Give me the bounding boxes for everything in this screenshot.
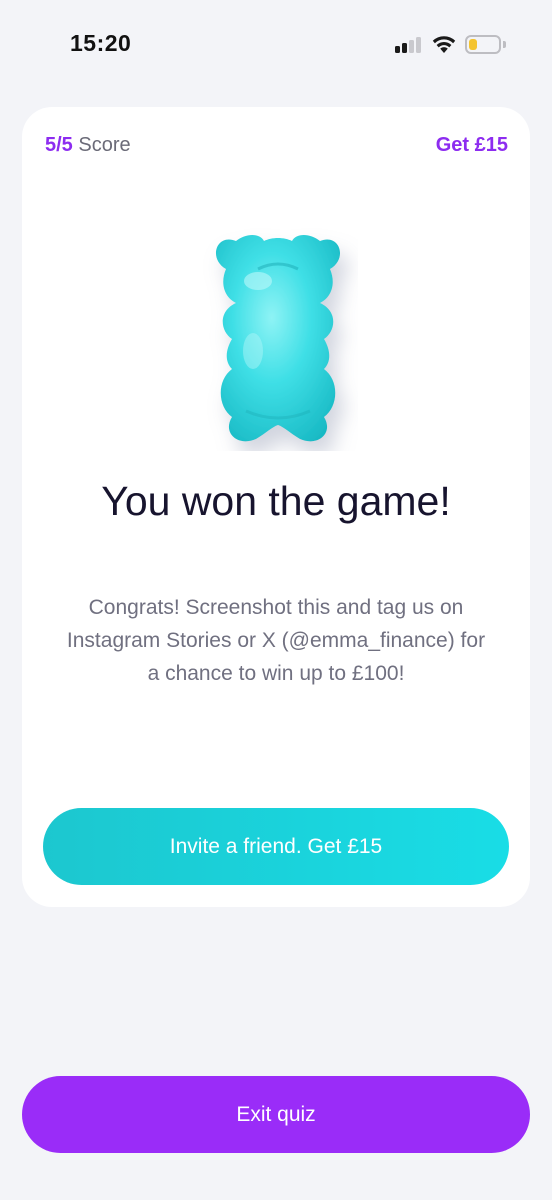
battery-tip xyxy=(503,41,506,48)
wifi-icon xyxy=(432,36,456,53)
result-description: Congrats! Screenshot this and tag us on … xyxy=(66,596,486,685)
result-headline: You won the game! xyxy=(101,478,451,524)
cellular-signal-icon xyxy=(395,37,423,53)
invite-friend-button[interactable]: Invite a friend. Get £15 xyxy=(43,808,509,885)
result-card: 5/5 Score Get £15 You won the game! Cong… xyxy=(22,107,530,907)
get-reward-link[interactable]: Get £15 xyxy=(436,134,508,157)
gummy-bear-icon xyxy=(215,235,341,442)
exit-quiz-button[interactable]: Exit quiz xyxy=(22,1076,530,1153)
status-bar: 15:20 xyxy=(0,0,552,90)
status-time: 15:20 xyxy=(70,30,132,56)
score-label: Score xyxy=(72,134,131,156)
score-display: 5/5 Score xyxy=(45,134,131,157)
battery-level xyxy=(469,39,477,50)
battery-icon xyxy=(465,35,501,54)
quiz-result-screen: 15:20 5/5 Score Get £15 You won the game… xyxy=(0,0,552,1200)
score-value: 5/5 xyxy=(45,134,73,156)
